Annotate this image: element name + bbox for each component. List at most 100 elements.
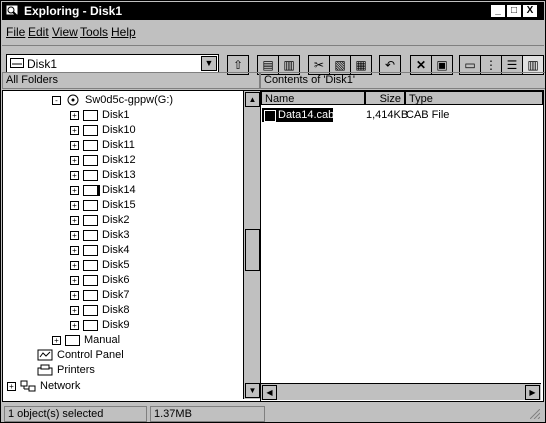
menu-tools[interactable]: Tools	[80, 25, 108, 39]
tree-item[interactable]: + Disk11	[70, 138, 135, 152]
tree-item[interactable]: - Sw0d5c-gppw(G:)	[52, 93, 173, 107]
tree-item-label: Control Panel	[57, 349, 124, 362]
menu-file[interactable]: File	[6, 25, 25, 39]
folder-tree[interactable]: - Sw0d5c-gppw(G:) + Disk1 + Disk10 + Disk11 …	[2, 90, 262, 402]
small-icons-icon: ⋮	[485, 58, 497, 72]
expand-icon[interactable]: +	[70, 230, 79, 240]
expand-icon[interactable]: +	[70, 155, 79, 165]
list-view-icon: ☰	[506, 58, 518, 72]
dropdown-arrow-icon[interactable]: ▼	[201, 56, 217, 71]
minimize-button[interactable]: _	[490, 4, 506, 18]
tree-item[interactable]: + Network	[7, 379, 80, 393]
contents-pane[interactable]: Name Size Type Data14.cab 1,414KB CAB Fi…	[260, 90, 544, 402]
expand-icon[interactable]: +	[70, 290, 79, 300]
tree-item-label: Manual	[84, 334, 121, 347]
tree-item[interactable]: + Disk8	[70, 303, 130, 317]
tree-item[interactable]: + Disk7	[70, 288, 130, 302]
scroll-right-icon[interactable]: ▶	[525, 385, 540, 400]
tree-item-label: Network	[40, 380, 81, 393]
folder-icon	[83, 304, 98, 316]
expand-icon[interactable]: +	[70, 170, 79, 180]
menu-edit[interactable]: Edit	[28, 25, 49, 39]
tree-item[interactable]: Control Panel	[37, 348, 124, 362]
tree-item-label: Disk3	[102, 229, 130, 242]
expand-icon[interactable]: +	[70, 110, 79, 120]
window-title: Exploring - Disk1	[24, 4, 123, 18]
file-row[interactable]: Data14.cab 1,414KB CAB File	[261, 108, 543, 122]
menu-view[interactable]: View	[52, 25, 78, 39]
tree-item[interactable]: + Disk13	[70, 168, 136, 182]
tree-item[interactable]: + Disk6	[70, 273, 130, 287]
contents-horizontal-scrollbar[interactable]: ◀ ▶	[261, 383, 541, 400]
expand-icon[interactable]: +	[70, 125, 79, 135]
tree-item-label: Disk4	[102, 244, 130, 257]
open-folder-icon	[83, 184, 98, 196]
tree-item[interactable]: + Disk10	[70, 123, 136, 137]
expand-icon[interactable]: +	[70, 215, 79, 225]
file-name: Data14.cab	[278, 109, 335, 121]
expand-icon[interactable]: +	[70, 140, 79, 150]
large-icons-icon: ▭	[464, 58, 476, 72]
scroll-left-icon[interactable]: ◀	[262, 385, 277, 400]
address-combobox[interactable]: Disk1 ▼	[6, 54, 219, 73]
scroll-up-icon[interactable]: ▲	[245, 92, 260, 107]
tree-item[interactable]: + Disk15	[70, 198, 136, 212]
tree-item-label: Disk7	[102, 289, 130, 302]
expand-icon[interactable]: +	[52, 335, 61, 345]
scissors-icon: ✂	[313, 58, 325, 72]
collapse-icon[interactable]: -	[52, 95, 61, 105]
menu-help[interactable]: Help	[111, 25, 136, 39]
tree-item-label: Disk11	[102, 139, 135, 152]
expand-icon[interactable]: +	[70, 260, 79, 270]
expand-icon[interactable]: +	[7, 381, 16, 391]
folder-icon	[65, 334, 80, 346]
scroll-down-icon[interactable]: ▼	[245, 383, 260, 398]
file-type: CAB File	[406, 109, 450, 121]
expand-icon[interactable]: +	[70, 185, 79, 195]
tree-item[interactable]: + Disk14	[70, 183, 136, 197]
folder-icon	[83, 274, 98, 286]
scroll-thumb[interactable]	[245, 229, 260, 271]
maximize-button[interactable]: □	[506, 4, 522, 18]
control-panel-icon	[37, 349, 53, 361]
tree-item-label: Disk8	[102, 304, 130, 317]
tree-item-label: Disk15	[102, 199, 136, 212]
folder-icon	[83, 139, 98, 151]
tree-item[interactable]: + Disk9	[70, 318, 130, 332]
title-bar[interactable]: Exploring - Disk1 _ □ X	[2, 2, 544, 20]
close-button[interactable]: X	[522, 4, 538, 18]
column-header-name[interactable]: Name	[261, 91, 365, 105]
folder-icon	[83, 244, 98, 256]
expand-icon[interactable]: +	[70, 320, 79, 330]
tree-item[interactable]: + Disk3	[70, 228, 130, 242]
expand-icon[interactable]: +	[70, 305, 79, 315]
cdrom-drive-icon	[67, 94, 79, 106]
column-header-type[interactable]: Type	[405, 91, 543, 105]
tree-item[interactable]: + Disk1	[70, 108, 130, 122]
address-text: Disk1	[27, 57, 58, 71]
tree-item-label: Disk5	[102, 259, 130, 272]
file-size: 1,414KB	[366, 109, 409, 121]
expand-icon[interactable]: +	[70, 245, 79, 255]
tree-vertical-scrollbar[interactable]: ▲ ▼	[243, 91, 260, 399]
paste-icon: ▦	[355, 58, 367, 72]
column-header-size[interactable]: Size	[365, 91, 405, 105]
tree-item[interactable]: + Disk4	[70, 243, 130, 257]
network-icon	[20, 380, 36, 392]
pane-headers: All Folders Contents of 'Disk1'	[2, 72, 545, 89]
resize-grip-icon[interactable]	[530, 409, 540, 419]
tree-item-label: Disk6	[102, 274, 130, 287]
file-row-selection: Data14.cab	[262, 108, 335, 122]
tree-item[interactable]: + Disk12	[70, 153, 136, 167]
folder-icon	[83, 214, 98, 226]
tree-item[interactable]: Printers	[37, 363, 95, 377]
expand-icon[interactable]: +	[70, 200, 79, 210]
tree-item[interactable]: + Disk5	[70, 258, 130, 272]
explorer-window: Exploring - Disk1 _ □ X File Edit View T…	[0, 0, 546, 423]
tree-item[interactable]: + Disk2	[70, 213, 130, 227]
tree-item[interactable]: + Manual	[52, 333, 120, 347]
folder-icon	[83, 229, 98, 241]
expand-icon[interactable]: +	[70, 275, 79, 285]
disconnect-drive-icon: ▥	[283, 58, 295, 72]
tree-item-label: Disk9	[102, 319, 130, 332]
